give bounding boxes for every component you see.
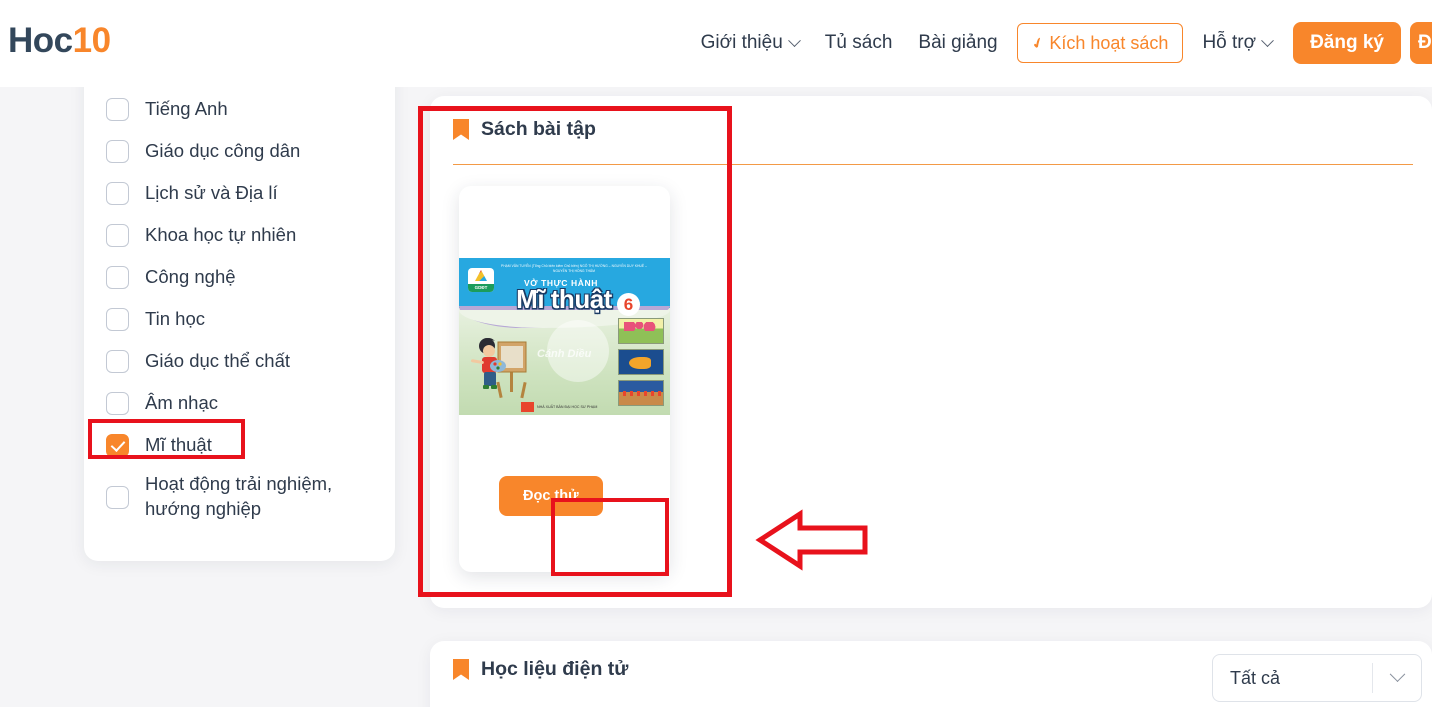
publisher-mark-icon	[521, 402, 534, 412]
materials-filter-select[interactable]: Tất cả	[1212, 654, 1422, 702]
chevron-down-icon	[1261, 33, 1274, 47]
pen-icon: ✔	[1028, 32, 1046, 53]
bookmark-icon	[453, 119, 469, 140]
logo-triangle-icon	[475, 270, 487, 281]
logo-text-dark: Hoc	[8, 21, 73, 60]
checkbox-khoa-hoc-tu-nhien[interactable]	[106, 223, 129, 247]
publisher-logo-icon: GDĐT	[468, 268, 494, 292]
page-root: Hoc10 Giới thiệu Tủ sách Bài giảng ✔ Kíc…	[0, 0, 1432, 707]
subject-label: Công nghệ	[145, 265, 236, 287]
checkbox-cong-nghe[interactable]	[106, 265, 129, 289]
nav-item-tu-sach[interactable]: Tủ sách	[812, 21, 906, 65]
register-label: Đăng ký	[1310, 32, 1384, 53]
register-button[interactable]: Đăng ký	[1293, 22, 1401, 64]
subject-filter-panel: Tiếng Anh Giáo dục công dân Lịch sử và Đ…	[84, 40, 395, 561]
subject-label: Khoa học tự nhiên	[145, 223, 297, 245]
cover-title: Mĩ thuật	[516, 284, 612, 314]
nav-item-bai-giang[interactable]: Bài giảng	[905, 21, 1010, 65]
checkbox-tin-hoc[interactable]	[106, 307, 129, 331]
subject-label: Lịch sử và Địa lí	[145, 181, 278, 203]
subject-label: Giáo dục thể chất	[145, 349, 291, 371]
book-card[interactable]: GDĐT PHẠM VĂN TUYẾN (Tổng Chủ biên kiêm …	[459, 186, 670, 572]
checkbox-giao-duc-cong-dan[interactable]	[106, 139, 129, 163]
subject-row-lich-su-va-dia-li[interactable]: Lịch sử và Địa lí	[84, 172, 395, 214]
subject-label: Hoạt động trải nghiệm, hướng nghiệp	[145, 473, 333, 519]
nav-label-tu-sach: Tủ sách	[824, 32, 893, 53]
cover-authors: PHẠM VĂN TUYẾN (Tổng Chủ biên kiêm Chủ b…	[501, 264, 647, 273]
nav-item-gioi-thieu[interactable]: Giới thiệu	[688, 21, 812, 65]
read-sample-button[interactable]: Đọc thử	[499, 476, 603, 516]
digital-materials-header: Học liệu điện tử	[453, 658, 628, 681]
nav-label-bai-giang: Bài giảng	[918, 32, 998, 53]
logo-label: GDĐT	[468, 284, 494, 292]
nav-label-gioi-thieu: Giới thiệu	[700, 32, 783, 53]
chevron-down-icon	[787, 33, 801, 47]
login-label: Đ	[1418, 32, 1432, 53]
checkbox-am-nhac[interactable]	[106, 391, 129, 415]
materials-filter-value: Tất cả	[1230, 667, 1281, 688]
checkbox-giao-duc-the-chat[interactable]	[106, 349, 129, 373]
login-button[interactable]: Đ	[1410, 22, 1432, 64]
cover-publisher: NHÀ XUẤT BẢN ĐẠI HỌC SƯ PHẠM	[521, 402, 597, 412]
boy-painting-illustration	[470, 337, 527, 399]
workbook-section-title: Sách bài tập	[481, 118, 596, 140]
subject-label: Tiếng Anh	[145, 97, 228, 119]
subject-label: Tin học	[145, 307, 205, 329]
digital-materials-card: Học liệu điện tử Tất cả	[430, 641, 1432, 707]
chevron-down-icon[interactable]	[1373, 665, 1421, 684]
activate-book-label: Kích hoạt sách	[1049, 32, 1169, 53]
subject-label: Giáo dục công dân	[145, 139, 301, 161]
nav-item-ho-tro[interactable]: Hỗ trợ	[1189, 21, 1285, 65]
checkbox-lich-su-va-dia-li[interactable]	[106, 181, 129, 205]
site-logo[interactable]: Hoc10	[8, 19, 111, 63]
subject-label: Âm nhạc	[145, 391, 219, 413]
book-cover-image: GDĐT PHẠM VĂN TUYẾN (Tổng Chủ biên kiêm …	[459, 258, 670, 415]
annotation-left-arrow-icon	[755, 509, 868, 571]
activate-book-button[interactable]: ✔ Kích hoạt sách	[1016, 23, 1184, 63]
nav-label-ho-tro: Hỗ trợ	[1202, 32, 1257, 53]
subject-row-tin-hoc[interactable]: Tin học	[84, 298, 395, 340]
checkbox-hoat-dong-trai-nghiem[interactable]	[106, 485, 129, 509]
publisher-name: NHÀ XUẤT BẢN ĐẠI HỌC SƯ PHẠM	[537, 405, 598, 409]
logo-text-accent: 10	[72, 21, 111, 60]
section-divider	[453, 164, 1413, 166]
cover-grade-badge: 6	[617, 293, 640, 316]
artwork-thumb-flowers	[618, 318, 664, 344]
subject-label: Mĩ thuật	[145, 433, 212, 455]
main-navigation: Giới thiệu Tủ sách Bài giảng ✔ Kích hoạt…	[688, 21, 1432, 65]
subject-row-giao-duc-cong-dan[interactable]: Giáo dục công dân	[84, 130, 395, 172]
bookmark-icon	[453, 659, 469, 680]
workbook-section-header: Sách bài tập	[453, 118, 596, 141]
subject-row-khoa-hoc-tu-nhien[interactable]: Khoa học tự nhiên	[84, 214, 395, 256]
artwork-thumb-fish	[618, 349, 664, 375]
subject-row-tieng-anh[interactable]: Tiếng Anh	[84, 88, 395, 130]
subject-row-mi-thuat[interactable]: Mĩ thuật	[84, 424, 395, 466]
subject-row-am-nhac[interactable]: Âm nhạc	[84, 382, 395, 424]
site-header: Hoc10 Giới thiệu Tủ sách Bài giảng ✔ Kíc…	[0, 0, 1432, 87]
subject-row-cong-nghe[interactable]: Công nghệ	[84, 256, 395, 298]
digital-materials-title: Học liệu điện tử	[481, 658, 629, 680]
subject-row-giao-duc-the-chat[interactable]: Giáo dục thể chất	[84, 340, 395, 382]
subject-row-hoat-dong-trai-nghiem[interactable]: Hoạt động trải nghiệm, hướng nghiệp	[84, 466, 395, 528]
cover-artwork-thumbnails	[618, 318, 664, 406]
artwork-thumb-boats	[618, 380, 664, 406]
checkbox-tieng-anh[interactable]	[106, 97, 129, 121]
checkbox-mi-thuat[interactable]	[106, 433, 129, 457]
